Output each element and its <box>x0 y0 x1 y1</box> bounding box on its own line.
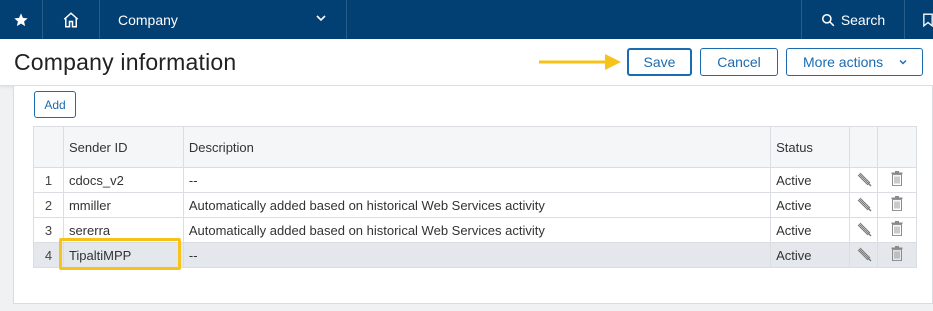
page-title: Company information <box>14 49 237 75</box>
description-cell[interactable]: -- <box>182 242 772 268</box>
highlight-box <box>59 238 181 270</box>
top-nav-bar: Company Search <box>0 0 933 39</box>
chevron-down-icon <box>899 60 907 65</box>
edit-button[interactable] <box>849 242 878 268</box>
row-number: 2 <box>33 192 64 218</box>
add-button[interactable]: Add <box>34 91 76 118</box>
cancel-button[interactable]: Cancel <box>700 48 778 76</box>
column-header-delete <box>876 126 918 168</box>
pencil-icon <box>857 247 871 261</box>
bookmark-button[interactable] <box>905 0 933 39</box>
edit-button[interactable] <box>849 217 878 243</box>
company-menu[interactable]: Company <box>100 0 346 39</box>
sender-id-cell[interactable]: cdocs_v2 <box>62 167 184 193</box>
trash-icon <box>891 246 903 262</box>
trash-icon <box>891 221 903 237</box>
row-number: 1 <box>33 167 64 193</box>
column-header-sender-id[interactable]: Sender ID <box>62 126 184 168</box>
status-cell[interactable]: Active <box>770 192 851 218</box>
search-label: Search <box>840 11 886 28</box>
edit-button[interactable] <box>849 167 878 193</box>
description-cell[interactable]: -- <box>182 167 772 193</box>
description-cell[interactable]: Automatically added based on historical … <box>182 217 772 243</box>
pencil-icon <box>857 222 871 236</box>
home-icon <box>63 11 79 27</box>
column-header-edit <box>849 126 878 168</box>
arrow-right-icon <box>539 54 621 70</box>
sender-id-cell[interactable]: mmiller <box>62 192 184 218</box>
bookmark-icon <box>923 12 933 27</box>
column-header-status[interactable]: Status <box>770 126 851 168</box>
company-menu-label: Company <box>118 11 178 28</box>
chevron-down-icon <box>316 15 326 22</box>
page-header: Company information Save Cancel More act… <box>0 39 933 86</box>
table-row[interactable]: 2 mmiller Automatically added based on h… <box>33 192 918 218</box>
status-cell[interactable]: Active <box>770 242 851 268</box>
more-actions-button[interactable]: More actions <box>786 48 923 76</box>
search-icon <box>821 13 835 26</box>
search-button[interactable]: Search <box>802 0 904 39</box>
table-header-row: Sender ID Description Status <box>33 126 918 168</box>
edit-button[interactable] <box>849 192 878 218</box>
column-header-description[interactable]: Description <box>182 126 772 168</box>
table-row[interactable]: 1 cdocs_v2 -- Active <box>33 167 918 193</box>
pencil-icon <box>857 172 871 186</box>
trash-icon <box>891 171 903 187</box>
delete-button[interactable] <box>876 242 918 268</box>
favorites-button[interactable] <box>0 0 42 39</box>
save-button[interactable]: Save <box>627 48 692 76</box>
status-cell[interactable]: Active <box>770 167 851 193</box>
home-button[interactable] <box>43 0 99 39</box>
star-icon <box>14 12 28 26</box>
delete-button[interactable] <box>876 167 918 193</box>
description-cell[interactable]: Automatically added based on historical … <box>182 192 772 218</box>
pencil-icon <box>857 197 871 211</box>
trash-icon <box>891 196 903 212</box>
delete-button[interactable] <box>876 192 918 218</box>
column-header-number <box>33 126 64 168</box>
more-actions-label: More actions <box>803 54 884 70</box>
status-cell[interactable]: Active <box>770 217 851 243</box>
delete-button[interactable] <box>876 217 918 243</box>
